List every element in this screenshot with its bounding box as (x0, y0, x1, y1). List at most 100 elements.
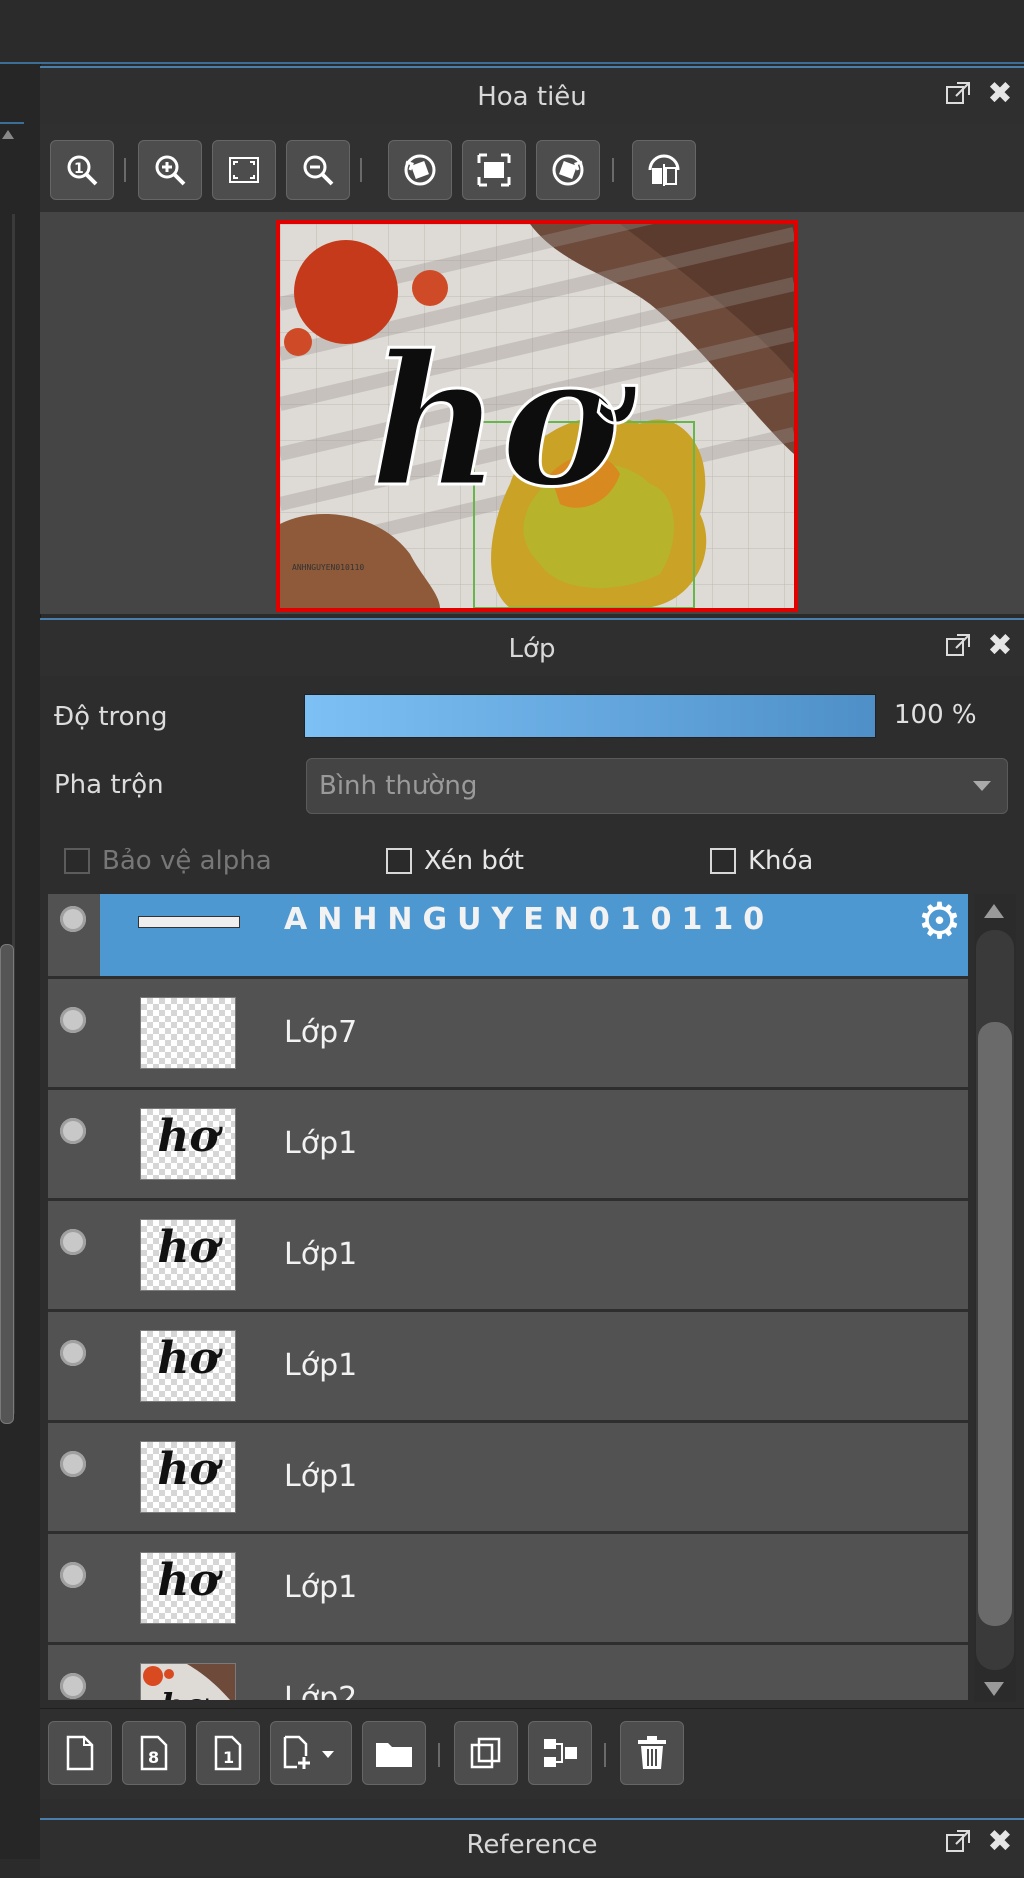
svg-text:ANHNGUYEN010110: ANHNGUYEN010110 (292, 563, 364, 572)
clip-checkbox[interactable]: Xén bớt (386, 846, 524, 876)
canvas-preview[interactable]: hơ ANHNGUYEN010110 (276, 220, 798, 612)
clip-label: Xén bớt (424, 846, 524, 876)
detach-icon[interactable] (944, 80, 972, 108)
toolbar-separator (360, 158, 362, 182)
layer-thumbnail (140, 997, 236, 1069)
merge-down-icon[interactable] (528, 1721, 592, 1785)
visibility-icon[interactable] (60, 1451, 86, 1477)
checkbox-box (710, 848, 736, 874)
new-layer-icon[interactable] (48, 1721, 112, 1785)
layer-thumbnail: hơ (140, 1441, 236, 1513)
svg-text:8: 8 (148, 1748, 159, 1767)
layer-row[interactable]: hơ Lớp1 (48, 1090, 968, 1201)
layer-name: Lớp1 (284, 1570, 358, 1605)
layer-thumbnail: hơ (140, 1663, 236, 1700)
toolbar-separator (438, 1743, 440, 1767)
scroll-up-arrow-icon[interactable] (2, 130, 14, 139)
detach-icon[interactable] (944, 632, 972, 660)
svg-text:1: 1 (74, 161, 84, 177)
zoom-in-icon[interactable] (138, 140, 202, 200)
close-icon[interactable]: ✖ (986, 79, 1014, 109)
navigator-canvas[interactable]: hơ ANHNGUYEN010110 (40, 212, 1024, 614)
protect-alpha-checkbox[interactable]: Bảo vệ alpha (64, 846, 272, 876)
visibility-icon[interactable] (60, 1118, 86, 1144)
layer-row[interactable]: hơ Lớp2 (48, 1645, 968, 1700)
layers-header: Lớp ✖ (40, 618, 1024, 676)
new-1bit-layer-icon[interactable]: 1 (196, 1721, 260, 1785)
layer-list: ANHNGUYEN010110 ⚙ Lớp7 hơ Lớp1 hơ Lớp1 h… (48, 894, 968, 1700)
top-bar (0, 0, 1024, 64)
visibility-icon[interactable] (60, 1562, 86, 1588)
layer-name: Lớp1 (284, 1126, 358, 1161)
lock-label: Khóa (748, 846, 814, 876)
layers-panel: Lớp ✖ Độ trong 100 % Pha trộn Bình thườn… (40, 618, 1024, 1823)
detach-icon[interactable] (944, 1828, 972, 1856)
zoom-out-icon[interactable] (286, 140, 350, 200)
lock-checkbox[interactable]: Khóa (710, 846, 813, 876)
visibility-icon[interactable] (60, 906, 86, 932)
duplicate-layer-icon[interactable] (454, 1721, 518, 1785)
layer-row[interactable]: ANHNGUYEN010110 ⚙ (48, 894, 968, 979)
visibility-icon[interactable] (60, 1229, 86, 1255)
layer-row[interactable]: hơ Lớp1 (48, 1201, 968, 1312)
new-folder-icon[interactable] (362, 1721, 426, 1785)
layer-name: Lớp1 (284, 1348, 358, 1383)
scroll-up-icon[interactable] (984, 904, 1004, 918)
reference-panel: Reference ✖ (40, 1818, 1024, 1878)
layer-name: Lớp1 (284, 1237, 358, 1272)
visibility-cell[interactable] (48, 1534, 100, 1642)
new-8bit-layer-icon[interactable]: 8 (122, 1721, 186, 1785)
panel-title: Hoa tiêu (477, 82, 587, 112)
protect-alpha-label: Bảo vệ alpha (102, 846, 272, 876)
panel-title: Lớp (508, 634, 556, 664)
layer-thumbnail: hơ (140, 1108, 236, 1180)
visibility-cell[interactable] (48, 979, 100, 1087)
toolbar-separator (604, 1743, 606, 1767)
checkbox-box (64, 848, 90, 874)
visibility-cell[interactable] (48, 1423, 100, 1531)
rotate-right-icon[interactable] (536, 140, 600, 200)
layer-row[interactable]: hơ Lớp1 (48, 1312, 968, 1423)
zoom-actual-icon[interactable]: 1 (50, 140, 114, 200)
opacity-slider[interactable] (304, 694, 876, 738)
trash-icon[interactable] (620, 1721, 684, 1785)
blend-label: Pha trộn (54, 770, 164, 800)
layer-name: Lớp1 (284, 1459, 358, 1494)
scroll-down-icon[interactable] (984, 1682, 1004, 1696)
opacity-value: 100 % (894, 700, 977, 730)
layer-list-scrollbar[interactable] (974, 894, 1016, 1702)
layer-row[interactable]: hơ Lớp1 (48, 1534, 968, 1645)
visibility-icon[interactable] (60, 1007, 86, 1033)
layer-row[interactable]: Lớp7 (48, 979, 968, 1090)
visibility-cell[interactable] (48, 1645, 100, 1700)
visibility-cell[interactable] (48, 1090, 100, 1198)
close-icon[interactable]: ✖ (986, 1827, 1014, 1857)
blend-mode-select[interactable]: Bình thường (306, 758, 1008, 814)
left-panel-divider (0, 122, 24, 124)
visibility-cell[interactable] (48, 1312, 100, 1420)
visibility-cell[interactable] (48, 1201, 100, 1309)
visibility-cell[interactable] (48, 894, 100, 976)
layer-name: ANHNGUYEN010110 (284, 902, 775, 937)
visibility-icon[interactable] (60, 1673, 86, 1699)
layer-row[interactable]: hơ Lớp1 (48, 1423, 968, 1534)
flip-horizontal-icon[interactable] (632, 140, 696, 200)
fit-screen-icon[interactable] (212, 140, 276, 200)
visibility-icon[interactable] (60, 1340, 86, 1366)
layer-toolbar: 8 1 (40, 1708, 1024, 1799)
layer-thumbnail: hơ (140, 1552, 236, 1624)
left-scroll-thumb[interactable] (0, 944, 14, 1424)
preview-text: hơ (370, 316, 637, 527)
panel-title: Reference (466, 1830, 598, 1860)
scroll-thumb[interactable] (978, 1022, 1012, 1626)
layer-thumbnail: hơ (140, 1219, 236, 1291)
navigator-panel: Hoa tiêu ✖ 1 hơ ANHNGUYEN010110 (40, 66, 1024, 614)
close-icon[interactable]: ✖ (986, 631, 1014, 661)
layer-thumbnail (138, 916, 240, 928)
add-layer-dropdown-icon[interactable] (270, 1721, 352, 1785)
rotate-left-icon[interactable] (388, 140, 452, 200)
checkbox-box (386, 848, 412, 874)
opacity-label: Độ trong (54, 702, 168, 732)
fit-window-icon[interactable] (462, 140, 526, 200)
gear-icon[interactable]: ⚙ (917, 896, 962, 946)
